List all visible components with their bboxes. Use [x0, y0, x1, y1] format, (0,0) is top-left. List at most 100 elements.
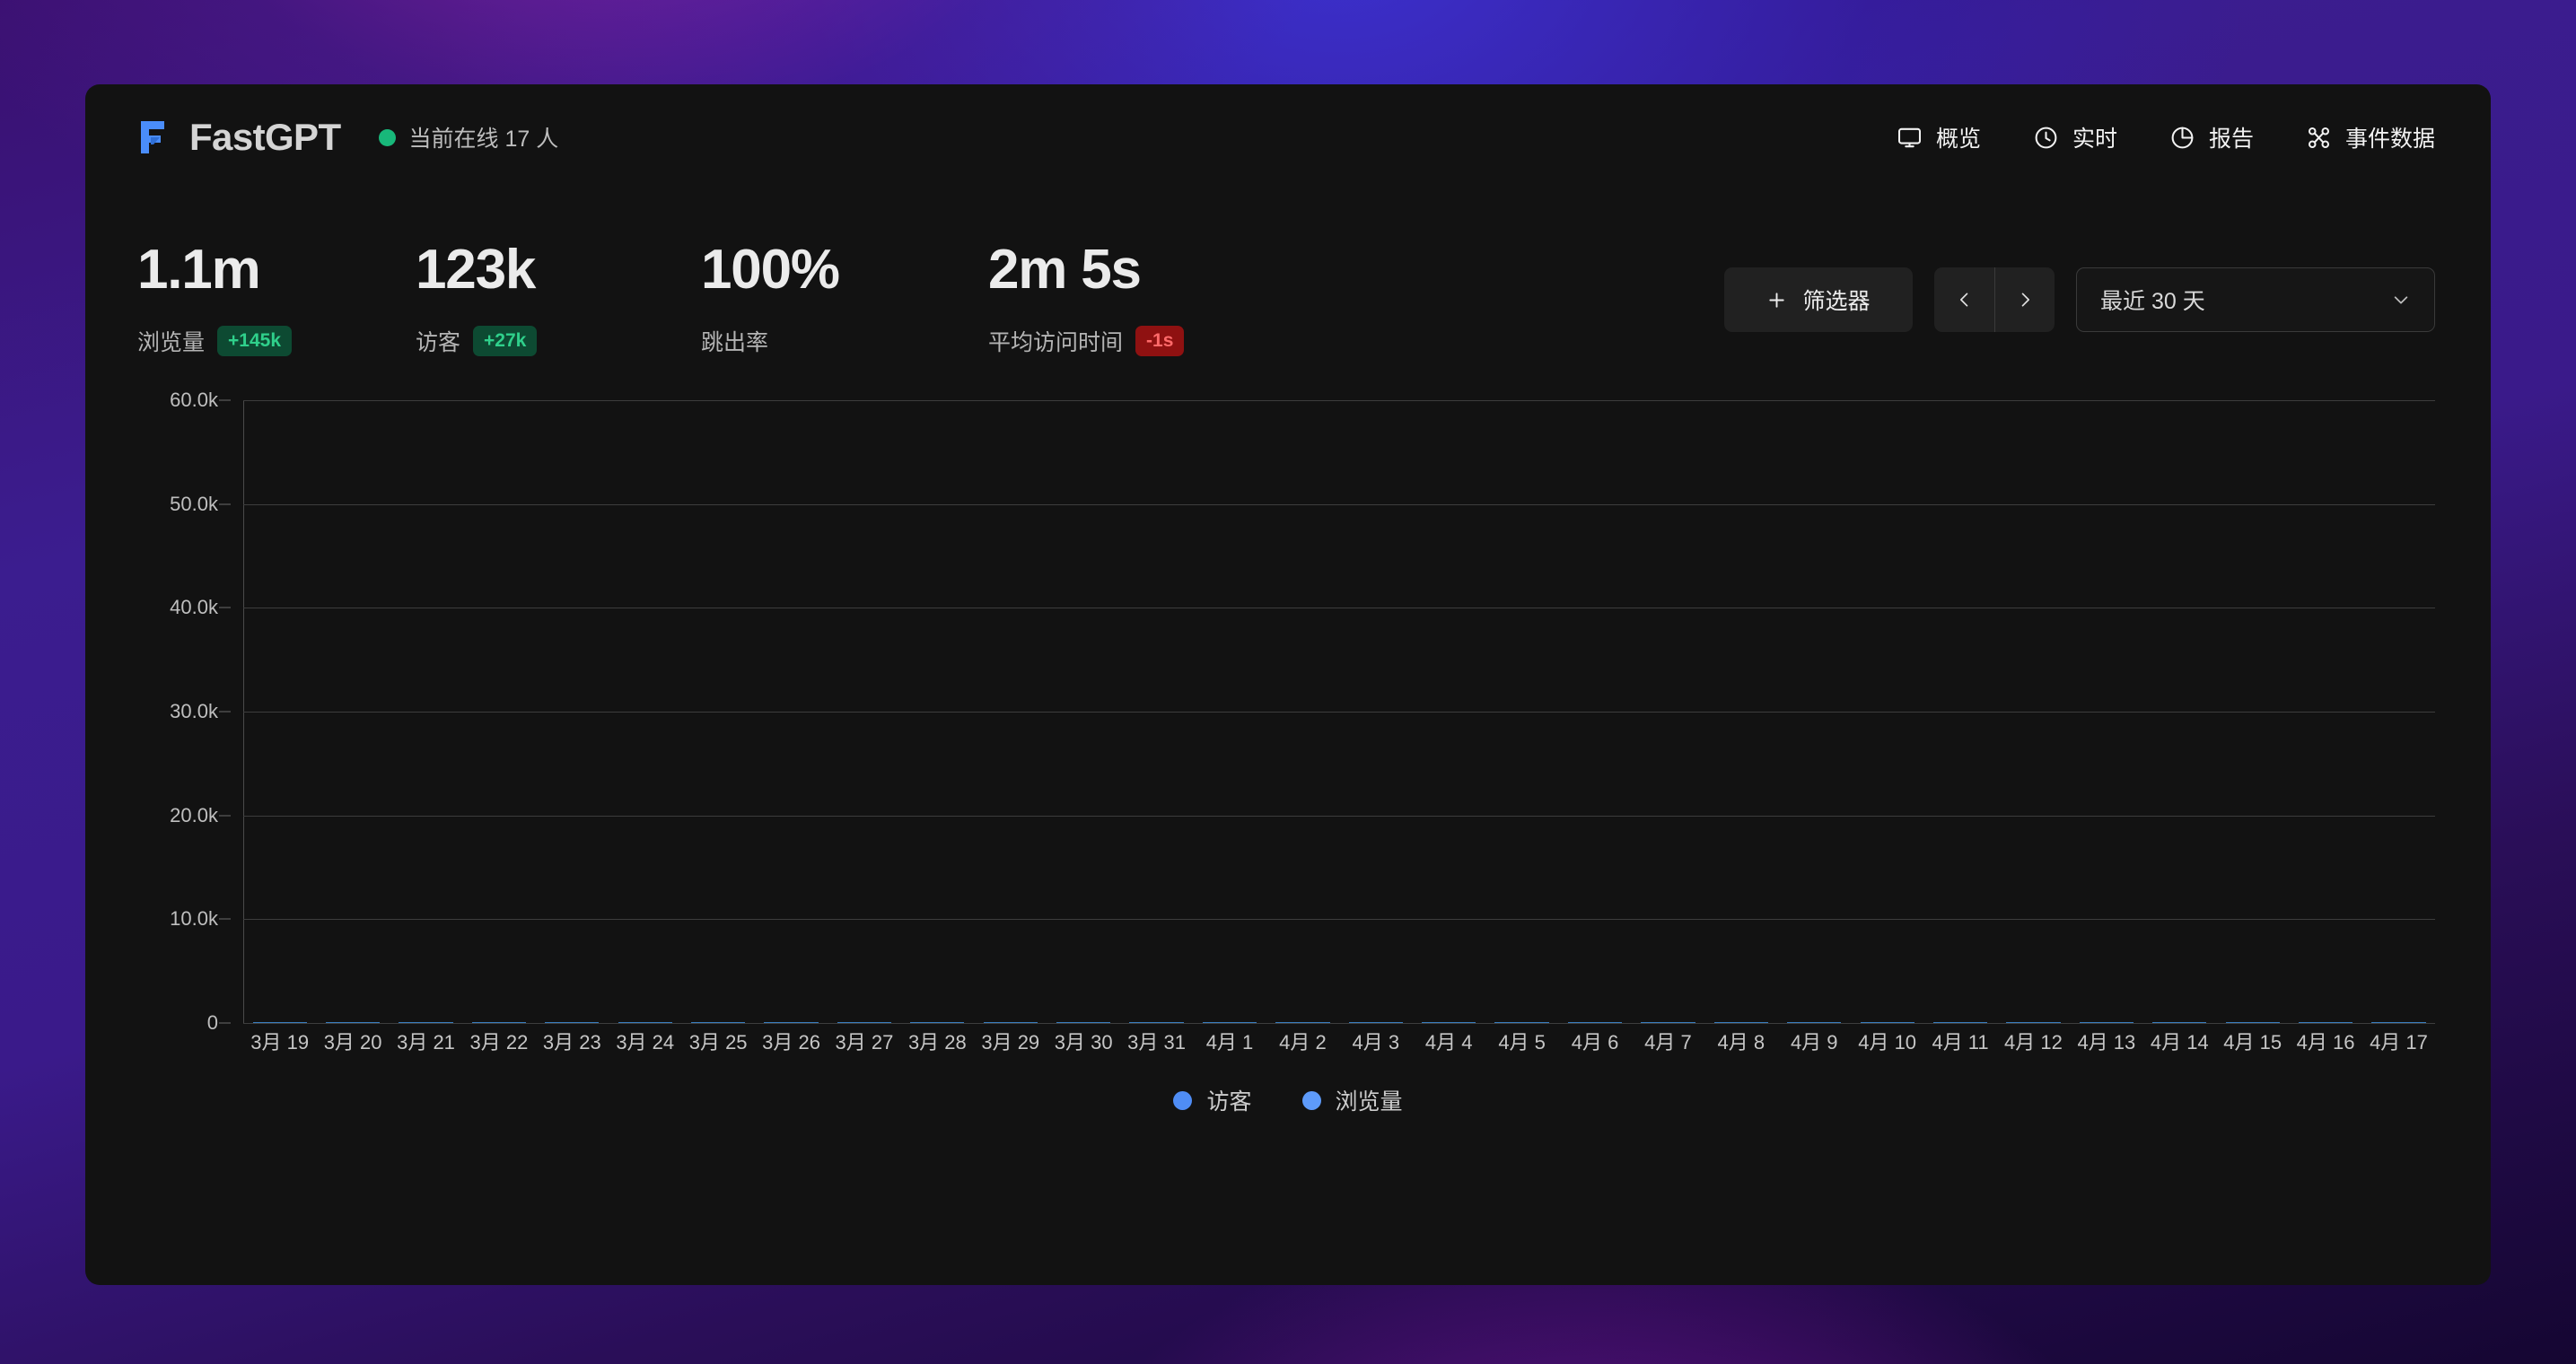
status-badge: +145k [217, 326, 292, 356]
stats-row: 1.1m 浏览量 +145k 123k 访客 +27k 100% 跳出率 2m … [85, 190, 2491, 357]
y-axis-tick [219, 712, 231, 713]
online-status-text: 当前在线 17 人 [409, 121, 559, 153]
x-axis-tick-label: 4月 12 [1997, 1027, 2070, 1064]
x-axis-tick-label: 4月 4 [1413, 1027, 1485, 1064]
x-axis-tick-label: 4月 16 [2289, 1027, 2361, 1064]
nav-item-overview[interactable]: 概览 [1897, 121, 1981, 153]
y-axis-tick [219, 1023, 231, 1024]
y-axis-tick-label: 10.0k [170, 907, 218, 931]
stat-pageviews: 1.1m 浏览量 +145k [137, 242, 416, 357]
status-badge: -1s [1135, 326, 1184, 356]
y-axis-tick [219, 815, 231, 816]
stat-label: 跳出率 [701, 325, 768, 357]
gridline [243, 712, 2435, 713]
filter-button[interactable]: 筛选器 [1724, 267, 1913, 332]
x-axis-tick-label: 3月 22 [462, 1027, 535, 1064]
x-axis-tick-label: 4月 7 [1632, 1027, 1704, 1064]
x-axis-tick-label: 4月 9 [1778, 1027, 1851, 1064]
prev-period-button[interactable] [1934, 267, 1994, 332]
gridline [243, 504, 2435, 505]
x-axis-tick-label: 4月 10 [1851, 1027, 1923, 1064]
nav-item-reports[interactable]: 报告 [2169, 121, 2254, 153]
legend-dot [1302, 1091, 1321, 1110]
main-nav: 概览 实时 报告 [1897, 121, 2435, 153]
next-period-button[interactable] [1994, 267, 2055, 332]
x-axis-tick-label: 3月 27 [828, 1027, 900, 1064]
brand: FastGPT [137, 116, 341, 159]
x-axis-tick-label: 4月 15 [2216, 1027, 2289, 1064]
x-axis-tick-label: 3月 29 [974, 1027, 1047, 1064]
online-indicator-dot [379, 129, 396, 146]
chevron-left-icon [1956, 291, 1974, 309]
x-axis-tick-label: 4月 11 [1923, 1027, 1996, 1064]
brand-name: FastGPT [189, 116, 341, 159]
fastgpt-logo-icon [137, 118, 171, 157]
clock-icon [2033, 125, 2059, 151]
y-axis-tick-label: 20.0k [170, 804, 218, 827]
online-status: 当前在线 17 人 [379, 121, 559, 153]
x-axis-tick-label: 3月 26 [755, 1027, 828, 1064]
gridline [243, 400, 2435, 401]
legend-item-visitors[interactable]: 访客 [1173, 1084, 1251, 1116]
x-axis-tick-label: 4月 3 [1339, 1027, 1412, 1064]
nodes-icon [2306, 125, 2332, 151]
stat-label: 平均访问时间 [988, 325, 1123, 357]
x-axis-tick-label: 3月 19 [243, 1027, 316, 1064]
legend-label: 访客 [1206, 1084, 1251, 1116]
dashboard-controls: 筛选器 [1724, 242, 2435, 332]
gridline [243, 1023, 2435, 1024]
stat-bounce-rate: 100% 跳出率 [701, 242, 988, 357]
status-badge: +27k [473, 326, 537, 356]
x-axis-tick-label: 4月 1 [1193, 1027, 1266, 1064]
x-axis-tick-label: 3月 25 [681, 1027, 754, 1064]
date-range-select[interactable]: 最近 30 天 [2076, 267, 2435, 332]
pie-chart-icon [2169, 125, 2195, 151]
x-axis-tick-label: 4月 6 [1558, 1027, 1631, 1064]
x-axis-tick-label: 4月 5 [1485, 1027, 1558, 1064]
legend-label: 浏览量 [1336, 1084, 1403, 1116]
x-axis-tick-label: 4月 13 [2070, 1027, 2142, 1064]
chevron-down-icon [2391, 290, 2411, 310]
x-axis-tick-label: 3月 20 [316, 1027, 389, 1064]
monitor-icon [1897, 125, 1923, 151]
date-range-value: 最近 30 天 [2100, 284, 2205, 316]
y-axis: 010.0k20.0k30.0k40.0k50.0k60.0k [137, 400, 231, 1023]
y-axis-tick-label: 0 [207, 1011, 218, 1035]
y-axis-tick-label: 50.0k [170, 493, 218, 516]
y-axis-tick-label: 40.0k [170, 596, 218, 619]
stat-value: 1.1m [137, 242, 416, 298]
x-axis-tick-label: 4月 2 [1266, 1027, 1339, 1064]
date-pager [1934, 267, 2055, 332]
nav-label: 报告 [2209, 121, 2254, 153]
stat-value: 2m 5s [988, 242, 1184, 298]
x-axis-tick-label: 4月 17 [2362, 1027, 2435, 1064]
legend-item-pageviews[interactable]: 浏览量 [1302, 1084, 1403, 1116]
nav-item-event-data[interactable]: 事件数据 [2306, 121, 2435, 153]
nav-item-realtime[interactable]: 实时 [2033, 121, 2117, 153]
y-axis-tick [219, 503, 231, 504]
nav-label: 实时 [2072, 121, 2117, 153]
nav-label: 事件数据 [2345, 121, 2435, 153]
x-axis-tick-label: 3月 31 [1120, 1027, 1193, 1064]
x-axis-tick-label: 3月 21 [390, 1027, 462, 1064]
y-axis-tick-label: 30.0k [170, 700, 218, 723]
chart-legend: 访客 浏览量 [85, 1084, 2491, 1116]
x-axis-tick-label: 3月 30 [1047, 1027, 1119, 1064]
filter-button-label: 筛选器 [1802, 284, 1870, 316]
stat-label: 浏览量 [137, 325, 205, 357]
plot-area [243, 400, 2435, 1023]
plus-icon [1766, 290, 1787, 310]
x-axis-tick-label: 3月 23 [536, 1027, 609, 1064]
x-axis-tick-label: 4月 8 [1704, 1027, 1777, 1064]
stat-label: 访客 [416, 325, 460, 357]
y-axis-tick [219, 919, 231, 920]
stat-value: 100% [701, 242, 988, 298]
stat-visitors: 123k 访客 +27k [416, 242, 701, 357]
app-header: FastGPT 当前在线 17 人 概览 实 [85, 84, 2491, 190]
x-axis-labels: 3月 193月 203月 213月 223月 233月 243月 253月 26… [243, 1027, 2435, 1064]
y-axis-tick-label: 60.0k [170, 389, 218, 412]
nav-label: 概览 [1936, 121, 1981, 153]
x-axis-tick-label: 3月 24 [609, 1027, 681, 1064]
gridline [243, 919, 2435, 920]
y-axis-tick [219, 400, 231, 401]
